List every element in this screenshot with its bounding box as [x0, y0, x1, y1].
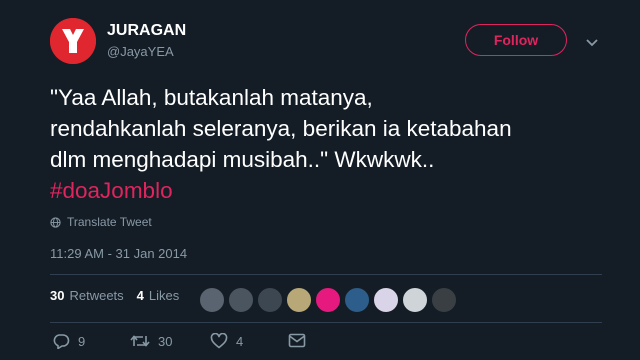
heart-icon — [210, 333, 228, 349]
divider — [50, 274, 602, 275]
retweets-label[interactable]: Retweets — [69, 288, 123, 303]
retweets-count[interactable]: 30 — [50, 288, 64, 303]
liker-avatar[interactable] — [344, 287, 370, 313]
follow-button[interactable]: Follow — [465, 24, 567, 56]
liker-avatar[interactable] — [373, 287, 399, 313]
retweet-count: 30 — [158, 333, 173, 349]
timestamp[interactable]: 11:29 AM - 31 Jan 2014 — [50, 246, 187, 261]
retweet-button[interactable]: 30 — [130, 333, 172, 349]
chevron-down-icon[interactable] — [586, 34, 598, 52]
direct-message-button[interactable] — [288, 333, 306, 348]
divider — [50, 322, 602, 323]
liker-avatar[interactable] — [315, 287, 341, 313]
retweet-icon — [130, 335, 150, 347]
liker-avatar[interactable] — [286, 287, 312, 313]
reply-count: 9 — [78, 333, 86, 349]
user-handle[interactable]: @JayaYEA — [107, 44, 174, 59]
globe-icon — [50, 216, 61, 228]
liker-avatar[interactable] — [228, 287, 254, 313]
avatar[interactable] — [50, 18, 96, 64]
tweet-line: dlm menghadapi musibah.." Wkwkwk.. — [50, 147, 435, 172]
translate-tweet-link[interactable]: Translate Tweet — [50, 215, 152, 229]
liker-avatars — [199, 287, 457, 313]
tweet-text: "Yaa Allah, butakanlah matanya, rendahka… — [50, 82, 625, 206]
hashtag-link[interactable]: #doaJomblo — [50, 178, 173, 203]
liker-avatar[interactable] — [199, 287, 225, 313]
tweet-line: "Yaa Allah, butakanlah matanya, — [50, 85, 373, 110]
like-count: 4 — [236, 333, 244, 349]
translate-label: Translate Tweet — [67, 215, 152, 229]
liker-avatar[interactable] — [402, 287, 428, 313]
tweet-stats: 30 Retweets 4 Likes — [50, 288, 179, 303]
message-icon — [288, 333, 306, 348]
reply-button[interactable]: 9 — [52, 333, 85, 349]
like-button[interactable]: 4 — [210, 333, 243, 349]
likes-label[interactable]: Likes — [149, 288, 179, 303]
liker-avatar[interactable] — [257, 287, 283, 313]
display-name[interactable]: JURAGAN — [107, 22, 186, 40]
liker-avatar[interactable] — [431, 287, 457, 313]
juragan-logo-icon — [50, 18, 96, 64]
reply-icon — [53, 334, 70, 349]
tweet-line: rendahkanlah seleranya, berikan ia ketab… — [50, 116, 512, 141]
likes-count[interactable]: 4 — [137, 288, 144, 303]
